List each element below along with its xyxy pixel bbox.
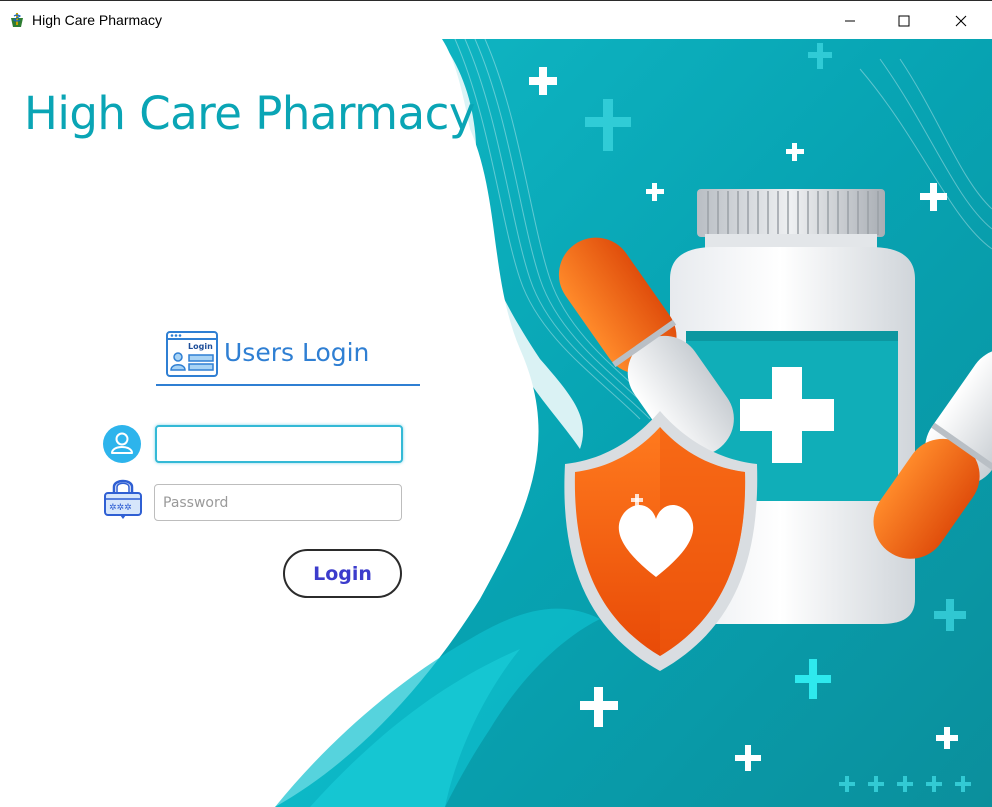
login-button[interactable]: Login bbox=[283, 549, 402, 598]
close-button[interactable] bbox=[938, 1, 984, 40]
window-title: High Care Pharmacy bbox=[32, 12, 162, 28]
login-window-icon: Login bbox=[166, 331, 218, 377]
maximize-icon bbox=[898, 15, 910, 26]
close-icon bbox=[955, 15, 967, 26]
username-input[interactable] bbox=[155, 425, 403, 463]
window-titlebar[interactable]: High Care Pharmacy bbox=[0, 0, 992, 39]
login-window-icon-text: Login bbox=[188, 342, 213, 351]
minimize-button[interactable] bbox=[827, 1, 873, 40]
maximize-button[interactable] bbox=[881, 1, 927, 40]
password-input[interactable] bbox=[154, 484, 402, 521]
app-brand-title: High Care Pharmacy bbox=[24, 87, 475, 140]
user-icon bbox=[103, 425, 141, 463]
login-title-underline bbox=[156, 384, 420, 386]
minimize-icon bbox=[845, 20, 855, 21]
lock-icon: ✲✲✲ bbox=[104, 479, 142, 519]
login-window-content: High Care Pharmacy Login Users Login ✲✲✲… bbox=[0, 39, 992, 807]
pharmacy-logo-icon bbox=[11, 13, 23, 27]
pharmacy-background-illustration bbox=[275, 39, 992, 807]
login-header: Login Users Login bbox=[166, 331, 422, 381]
login-title: Users Login bbox=[224, 338, 370, 367]
svg-text:✲✲✲: ✲✲✲ bbox=[109, 503, 132, 513]
